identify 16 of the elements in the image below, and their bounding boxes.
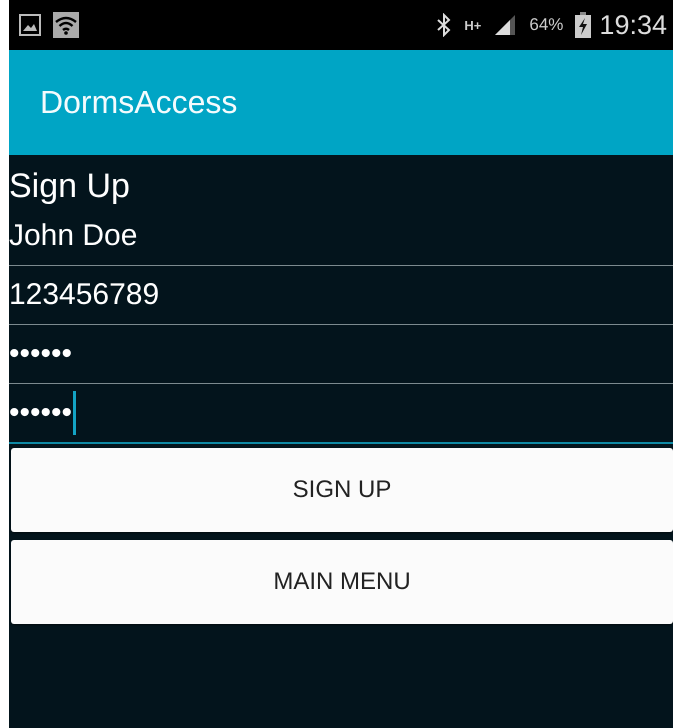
bluetooth-icon xyxy=(436,13,452,37)
input-field[interactable]: •••••• xyxy=(9,384,673,444)
action-button[interactable]: MAIN MENU xyxy=(11,540,673,624)
action-button[interactable]: SIGN UP xyxy=(11,448,673,532)
input-field[interactable]: •••••• xyxy=(9,325,673,384)
clock: 19:34 xyxy=(599,10,667,40)
wifi-icon xyxy=(53,12,79,38)
input-field[interactable]: 123456789 xyxy=(9,266,673,325)
signal-icon xyxy=(493,13,518,37)
battery-charging-icon xyxy=(575,12,592,38)
network-type: H+ xyxy=(464,18,482,32)
input-field[interactable]: John Doe xyxy=(9,207,673,266)
picture-icon xyxy=(19,14,41,36)
page-heading: Sign Up xyxy=(9,166,131,207)
app-title: DormsAccess xyxy=(40,84,238,121)
battery-percent: 64% xyxy=(529,15,564,35)
